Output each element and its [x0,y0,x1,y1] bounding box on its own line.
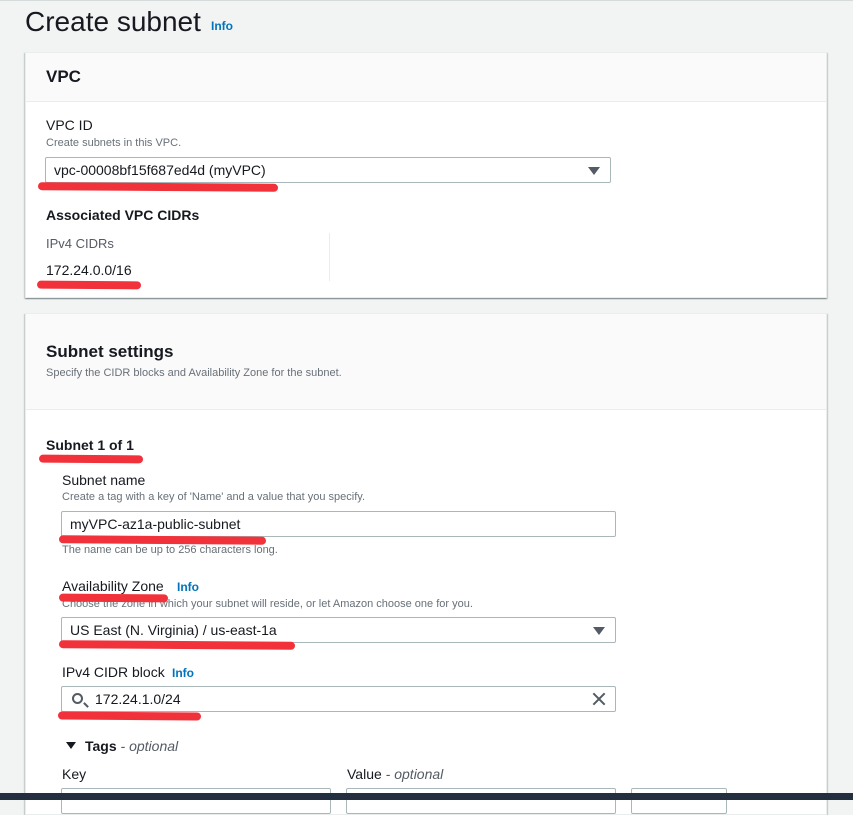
availability-zone-label: Availability Zone [62,578,164,594]
caret-down-icon [66,742,76,749]
vpc-id-select[interactable]: vpc-00008bf15f687ed4d (myVPC) [45,157,611,183]
subnet-count-heading: Subnet 1 of 1 [46,437,134,453]
vpc-panel-header: VPC [26,53,826,102]
vpc-panel-title: VPC [46,67,81,86]
vpc-panel: VPC VPC ID Create subnets in this VPC. v… [25,52,827,298]
search-icon [72,693,83,704]
tag-value-label-wrap: Value - optional [347,766,444,782]
annotation-underline [57,711,202,721]
vpc-id-label: VPC ID [46,117,93,133]
page-title: Create subnet [25,6,201,37]
annotation-underline [38,454,144,464]
title-info-link[interactable]: Info [211,19,233,33]
subnet-settings-title: Subnet settings [46,342,174,361]
tag-key-input[interactable] [61,788,331,814]
availability-zone-select[interactable]: US East (N. Virginia) / us-east-1a [61,617,616,643]
subnet-name-label: Subnet name [62,472,146,488]
tag-value-input[interactable] [346,788,616,814]
tag-value-label: Value [347,766,382,782]
annotation-underline [58,640,296,650]
subnet-name-input[interactable]: myVPC-az1a-public-subnet [61,511,616,537]
subnet-name-hint: The name can be up to 256 characters lon… [62,544,278,556]
ipv4-cidr-block-input[interactable]: 172.24.1.0/24 [61,686,616,712]
column-divider [329,233,330,281]
subnet-settings-panel: Subnet settings Specify the CIDR blocks … [25,313,827,815]
annotation-underline [58,593,169,603]
ipv4-cidr-block-value: 172.24.1.0/24 [95,691,181,707]
vpc-id-selected-value: vpc-00008bf15f687ed4d (myVPC) [54,162,266,178]
tag-value-optional: optional [394,766,444,782]
subnet-name-value: myVPC-az1a-public-subnet [70,516,241,532]
caret-down-icon [588,167,600,175]
vpc-id-description: Create subnets in this VPC. [46,137,182,149]
annotation-underline [37,182,279,192]
availability-zone-selected-value: US East (N. Virginia) / us-east-1a [70,622,277,638]
tag-key-label: Key [62,766,87,782]
clear-icon[interactable] [591,691,607,707]
ipv4-cidr-block-label: IPv4 CIDR block [62,664,165,680]
availability-zone-info-link[interactable]: Info [177,580,199,594]
top-border [0,0,853,1]
ipv4-cidrs-label: IPv4 CIDRs [46,236,114,251]
ipv4-cidr-block-info-link[interactable]: Info [172,666,194,680]
taskbar-strip [0,793,853,800]
ipv4-cidr-value: 172.24.0.0/16 [46,262,132,278]
tags-label: Tags [85,738,117,754]
associated-cidrs-title: Associated VPC CIDRs [46,207,200,223]
annotation-underline [36,280,142,290]
subnet-settings-description: Specify the CIDR blocks and Availability… [46,367,342,379]
subnet-name-description: Create a tag with a key of 'Name' and a … [62,491,365,503]
caret-down-icon [593,627,605,635]
subnet-settings-header: Subnet settings Specify the CIDR blocks … [26,314,826,410]
tags-optional: optional [129,738,179,754]
remove-tag-button[interactable] [631,788,727,814]
annotation-underline [58,535,267,545]
